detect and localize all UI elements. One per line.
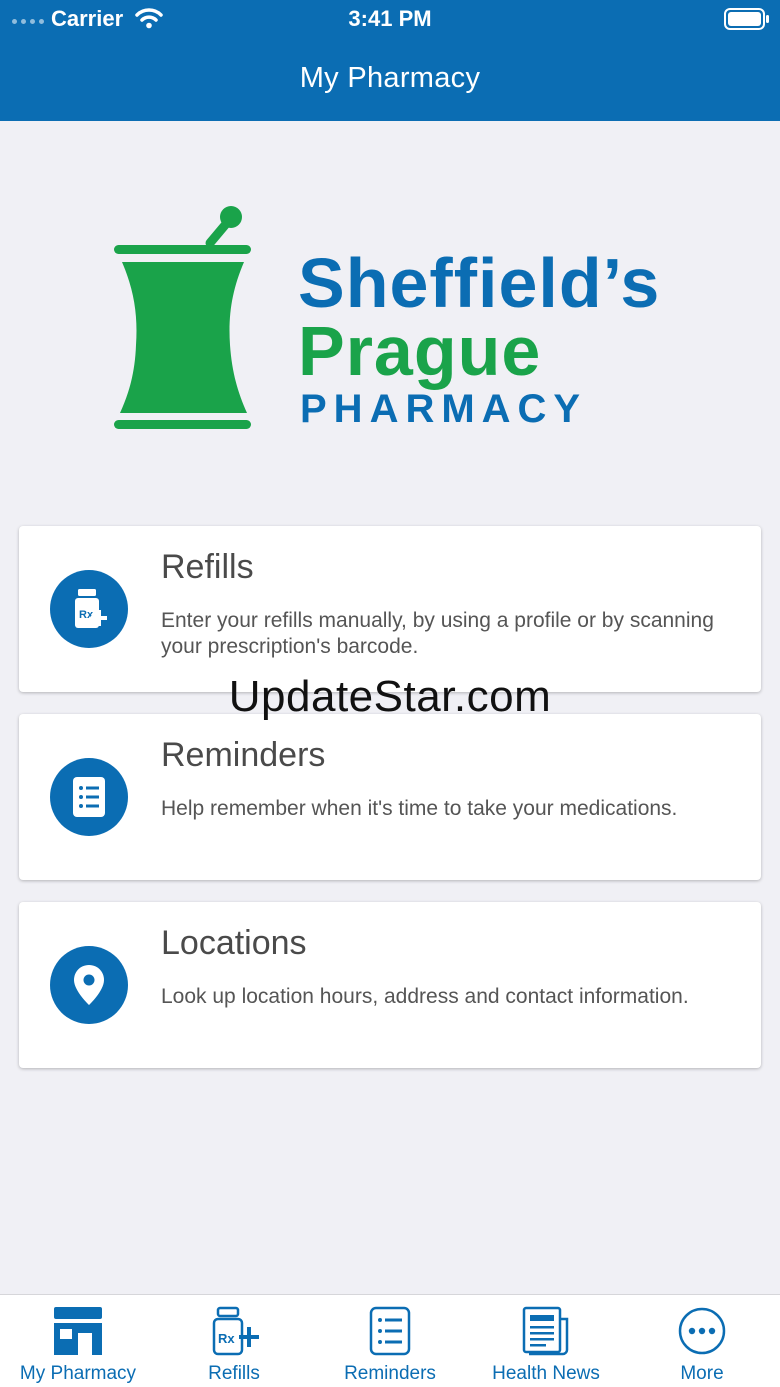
tab-label: Health News [492, 1363, 600, 1384]
rx-bottle-icon: Rx [212, 1306, 259, 1356]
tab-more[interactable]: More [624, 1295, 780, 1387]
tab-label: My Pharmacy [19, 1363, 137, 1384]
refills-card-title: Refills [161, 548, 254, 586]
refills-card-description: Enter your refills manually, by using a … [161, 609, 714, 658]
tab-label: Reminders [344, 1363, 436, 1384]
newspaper-icon [522, 1306, 569, 1356]
reminders-card[interactable]: Reminders Help remember when it's time t… [19, 714, 761, 880]
logo-text-pharmacy: PHARMACY [300, 387, 588, 431]
tab-reminders[interactable]: Reminders [312, 1295, 468, 1387]
rx-bottle-icon: Rx [50, 570, 128, 648]
list-icon [50, 758, 128, 836]
tab-my-pharmacy[interactable]: My Pharmacy [0, 1295, 156, 1387]
locations-card[interactable]: Locations Look up location hours, addres… [19, 902, 761, 1068]
tab-health-news[interactable]: Health News [468, 1295, 624, 1387]
locations-card-description: Look up location hours, address and cont… [161, 985, 689, 1008]
tab-label: More [680, 1363, 724, 1384]
tab-label: Refills [208, 1363, 260, 1384]
tab-bar: My Pharmacy Rx Refills Reminders Health … [0, 1294, 780, 1387]
store-icon [54, 1307, 102, 1355]
mortar-pestle-icon [114, 206, 251, 429]
pharmacy-logo: Sheffield’s Prague PHARMACY [108, 205, 678, 435]
app-screen: Carrier 3:41 PM My Pharmacy Sheffield’s … [0, 0, 780, 1387]
status-time: 3:41 PM [348, 6, 432, 31]
svg-text:Rx: Rx [218, 1331, 235, 1346]
battery-icon [724, 8, 769, 30]
logo-text-prague: Prague [298, 312, 542, 390]
status-bar: Carrier 3:41 PM [0, 0, 780, 40]
refills-card[interactable]: Rx Refills Enter your refills manually, … [19, 526, 761, 692]
reminders-card-description: Help remember when it's time to take you… [161, 797, 678, 820]
tab-refills[interactable]: Rx Refills [156, 1295, 312, 1387]
header: Carrier 3:41 PM My Pharmacy [0, 0, 780, 121]
locations-card-title: Locations [161, 924, 307, 962]
page-title: My Pharmacy [299, 62, 481, 94]
reminders-card-title: Reminders [161, 736, 326, 774]
location-pin-icon [50, 946, 128, 1024]
more-icon [678, 1307, 726, 1355]
watermark-text: UpdateStar.com [228, 672, 552, 721]
list-icon [369, 1306, 411, 1356]
